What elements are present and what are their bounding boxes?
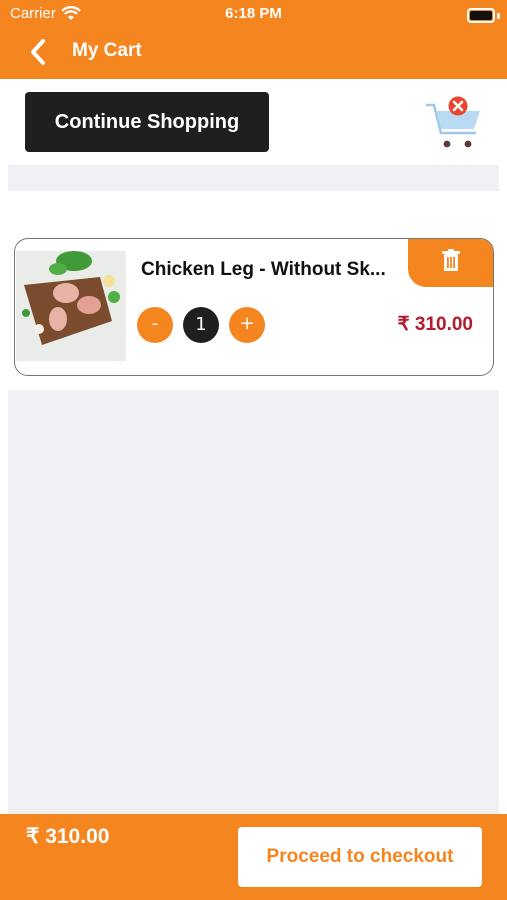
trash-icon: [442, 249, 460, 271]
battery-icon: [467, 8, 495, 23]
item-price: ₹ 310.00: [397, 314, 473, 335]
cart-clear-icon[interactable]: [424, 95, 482, 151]
checkout-bar: ₹ 310.00 Proceed to checkout: [0, 814, 507, 900]
quantity-decrease-button[interactable]: -: [137, 307, 173, 343]
product-name: Chicken Leg - Without Sk...: [141, 259, 386, 280]
app-header: Carrier 6:18 PM My Cart: [0, 0, 507, 79]
cart-total: ₹ 310.00: [26, 825, 110, 848]
quantity-increase-button[interactable]: +: [229, 307, 265, 343]
divider-band: [8, 165, 499, 191]
product-image: [16, 251, 126, 361]
chevron-left-icon: [31, 39, 45, 65]
cart-toolbar: Continue Shopping: [0, 79, 507, 165]
battery-tip: [497, 13, 500, 19]
empty-list-area: [8, 390, 499, 814]
back-button[interactable]: [26, 38, 52, 66]
status-bar: Carrier 6:18 PM: [0, 4, 507, 26]
status-time: 6:18 PM: [225, 5, 282, 22]
proceed-to-checkout-button[interactable]: Proceed to checkout: [238, 827, 482, 887]
quantity-value: 1: [183, 307, 219, 343]
continue-shopping-button[interactable]: Continue Shopping: [25, 92, 269, 152]
page-title: My Cart: [72, 40, 142, 61]
cart-item-card: Chicken Leg - Without Sk... - 1 + ₹ 310.…: [14, 238, 494, 376]
delete-item-button[interactable]: [408, 239, 493, 287]
